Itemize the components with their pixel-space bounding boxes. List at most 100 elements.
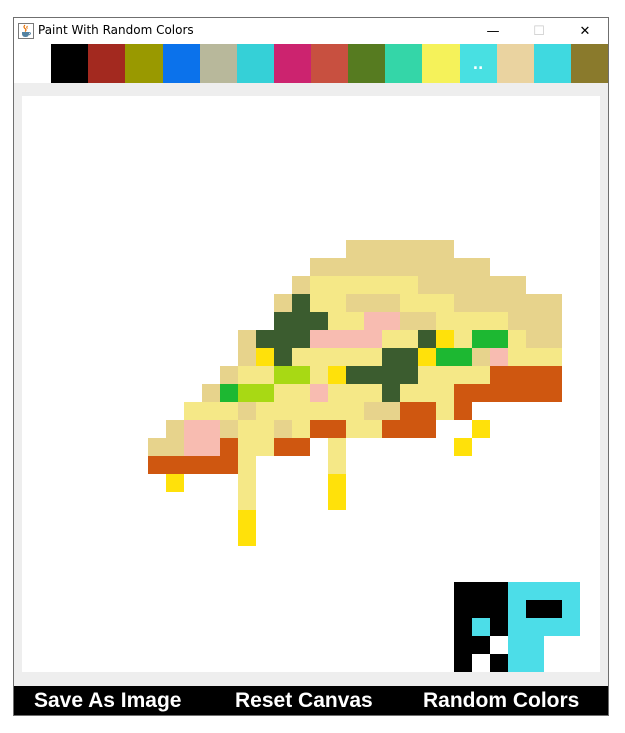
color-swatch[interactable] [14,44,52,83]
color-swatch[interactable] [385,44,423,83]
color-swatch[interactable] [51,44,89,83]
color-swatch[interactable] [273,44,311,83]
pizza-pixel [364,366,382,384]
pizza-pixel [346,420,364,438]
pizza-pixel [490,330,508,348]
logo-pixel [508,600,526,618]
pizza-pixel [166,420,184,438]
pizza-pixel [238,330,256,348]
window-title: Paint With Random Colors [38,23,194,37]
color-swatch[interactable]: .. [459,44,497,83]
minimize-button[interactable]: — [470,18,516,44]
reset-canvas-button[interactable]: Reset Canvas [235,686,373,715]
title-bar[interactable]: Paint With Random Colors — ☐ ✕ [14,18,608,44]
pizza-pixel [220,456,238,474]
pizza-pixel [292,312,310,330]
pizza-pixel [328,474,346,492]
pizza-pixel [490,366,508,384]
pizza-pixel [274,348,292,366]
java-cup-icon [18,23,34,39]
pizza-pixel [202,402,220,420]
pizza-pixel [544,384,562,402]
pizza-pixel [472,330,490,348]
pizza-pixel [364,294,382,312]
color-swatch[interactable] [570,44,608,83]
pizza-pixel [238,510,256,528]
pizza-pixel [400,258,418,276]
pizza-pixel [292,384,310,402]
pizza-pixel [472,312,490,330]
pizza-pixel [292,330,310,348]
logo-pixel [508,618,526,636]
pizza-pixel [382,294,400,312]
pizza-pixel [526,312,544,330]
pizza-pixel [328,384,346,402]
pizza-pixel [544,366,562,384]
more-colors-label: .. [472,57,484,73]
pizza-pixel [364,312,382,330]
color-swatch[interactable] [348,44,386,83]
pizza-pixel [346,258,364,276]
pizza-pixel [346,402,364,420]
pizza-pixel [274,294,292,312]
pizza-pixel [148,456,166,474]
pizza-pixel [346,294,364,312]
pizza-pixel [238,528,256,546]
pizza-pixel [238,474,256,492]
pizza-pixel [166,474,184,492]
pizza-pixel [436,348,454,366]
pizza-pixel [238,402,256,420]
pizza-pixel [202,384,220,402]
pizza-pixel [310,312,328,330]
pizza-pixel [310,276,328,294]
pizza-pixel [328,330,346,348]
logo-pixel [508,654,526,672]
pizza-pixel [436,366,454,384]
pizza-pixel [346,312,364,330]
pizza-pixel [310,258,328,276]
pizza-pixel [418,276,436,294]
pizza-pixel [400,240,418,258]
pizza-pixel [328,492,346,510]
pizza-pixel [472,276,490,294]
pizza-pixel [418,240,436,258]
color-swatch[interactable] [125,44,163,83]
color-swatch[interactable] [422,44,460,83]
pizza-pixel [310,348,328,366]
pizza-pixel [436,276,454,294]
pizza-pixel [454,330,472,348]
random-colors-button[interactable]: Random Colors [423,686,579,715]
close-button[interactable]: ✕ [562,18,608,44]
pizza-pixel [256,348,274,366]
pizza-pixel [544,312,562,330]
logo-pixel [454,582,472,600]
pizza-pixel [400,366,418,384]
pizza-pixel [526,384,544,402]
save-as-image-button[interactable]: Save As Image [34,686,181,715]
logo-pixel [490,618,508,636]
color-swatch[interactable] [496,44,534,83]
maximize-button[interactable]: ☐ [516,18,562,44]
pizza-pixel [346,330,364,348]
pizza-pixel [544,294,562,312]
color-swatch[interactable] [162,44,200,83]
pizza-pixel [382,330,400,348]
pizza-pixel [526,348,544,366]
color-swatch[interactable] [199,44,237,83]
pizza-pixel [472,348,490,366]
pizza-pixel [490,348,508,366]
pizza-pixel [544,330,562,348]
pizza-pixel [472,366,490,384]
color-swatch[interactable] [311,44,349,83]
color-swatch[interactable] [533,44,571,83]
pizza-pixel [292,276,310,294]
pizza-pixel [382,312,400,330]
color-swatch[interactable] [88,44,126,83]
logo-pixel [454,618,472,636]
pizza-pixel [454,276,472,294]
drawing-canvas[interactable] [22,96,600,672]
pizza-pixel [400,276,418,294]
pizza-pixel [292,438,310,456]
pizza-pixel [418,258,436,276]
color-swatch[interactable] [236,44,274,83]
